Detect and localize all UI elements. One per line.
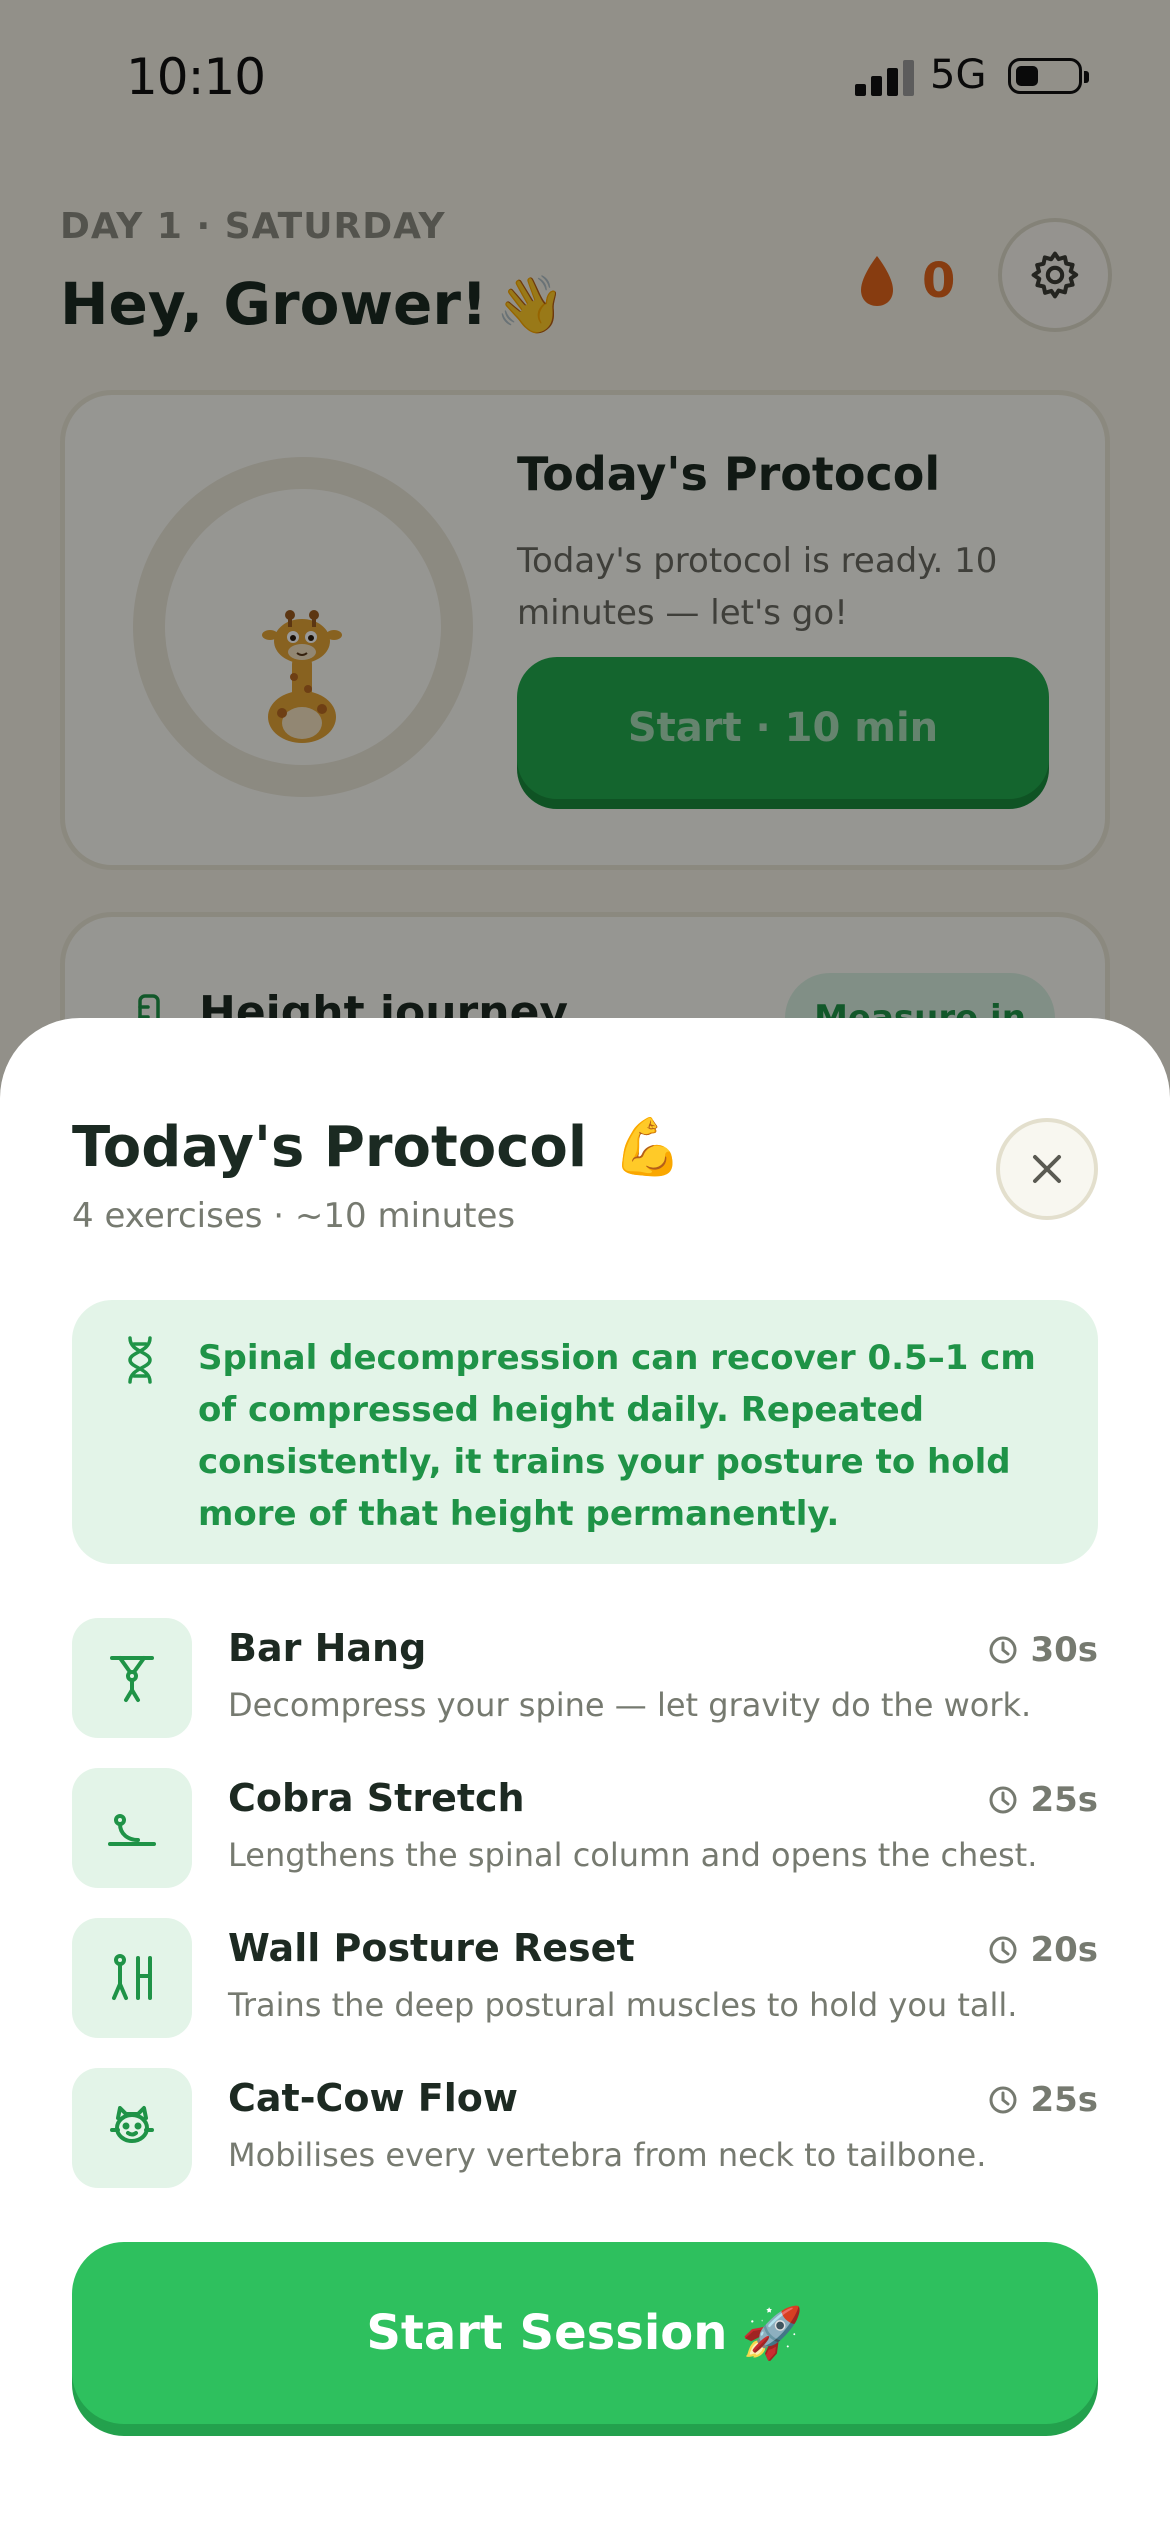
exercise-name: Bar Hang	[228, 1626, 427, 1670]
sheet-subtitle: 4 exercises · ~10 minutes	[72, 1196, 516, 1236]
cobra-stretch-icon	[108, 1814, 156, 1846]
close-icon	[1033, 1155, 1061, 1183]
clock-icon	[989, 1786, 1017, 1814]
tip-box: Spinal decompression can recover 0.5–1 c…	[72, 1300, 1098, 1564]
exercise-duration: 25s	[988, 2080, 1098, 2120]
exercise-icon-tile	[72, 1618, 192, 1738]
exercise-description: Lengthens the spinal column and opens th…	[228, 1836, 1038, 1874]
exercise-name: Cat-Cow Flow	[228, 2076, 518, 2120]
exercise-item-cobra-stretch[interactable]: Cobra Stretch Lengthens the spinal colum…	[72, 1768, 1098, 1888]
exercise-description: Mobilises every vertebra from neck to ta…	[228, 2136, 987, 2174]
bar-hang-icon	[110, 1656, 154, 1702]
exercise-duration-value: 20s	[1030, 1930, 1098, 1970]
tip-text: Spinal decompression can recover 0.5–1 c…	[198, 1338, 1036, 1534]
exercise-duration-value: 30s	[1030, 1630, 1098, 1670]
exercise-duration: 25s	[988, 1780, 1098, 1820]
exercise-icon-tile	[72, 1768, 192, 1888]
exercise-description: Trains the deep postural muscles to hold…	[228, 1986, 1018, 2024]
exercise-icon-tile	[72, 1918, 192, 2038]
cat-cow-icon	[110, 2106, 154, 2143]
exercise-item-bar-hang[interactable]: Bar Hang Decompress your spine — let gra…	[72, 1618, 1098, 1738]
start-session-label: Start Session	[366, 2305, 728, 2361]
exercise-duration-value: 25s	[1030, 1780, 1098, 1820]
clock-icon	[989, 2086, 1017, 2114]
exercise-name: Cobra Stretch	[228, 1776, 525, 1820]
sheet-title: Today's Protocol 💪	[72, 1114, 682, 1180]
exercise-duration-value: 25s	[1030, 2080, 1098, 2120]
start-session-button[interactable]: Start Session 🚀	[72, 2242, 1098, 2424]
exercise-name: Wall Posture Reset	[228, 1926, 635, 1970]
flexed-biceps-emoji: 💪	[612, 1115, 683, 1180]
sheet-title-text: Today's Protocol	[72, 1115, 588, 1180]
exercise-duration: 30s	[988, 1630, 1098, 1670]
clock-icon	[989, 1936, 1017, 1964]
protocol-sheet: Today's Protocol 💪 4 exercises · ~10 min…	[0, 1018, 1170, 2532]
close-button[interactable]	[996, 1118, 1098, 1220]
exercise-duration: 20s	[988, 1930, 1098, 1970]
exercise-item-cat-cow-flow[interactable]: Cat-Cow Flow Mobilises every vertebra fr…	[72, 2068, 1098, 2188]
dna-icon	[128, 1336, 152, 1384]
clock-icon	[989, 1636, 1017, 1664]
rocket-emoji: 🚀	[741, 2303, 804, 2362]
exercise-icon-tile	[72, 2068, 192, 2188]
exercise-item-wall-posture-reset[interactable]: Wall Posture Reset Trains the deep postu…	[72, 1918, 1098, 2038]
wall-posture-icon	[112, 1954, 152, 2000]
exercise-description: Decompress your spine — let gravity do t…	[228, 1686, 1032, 1724]
